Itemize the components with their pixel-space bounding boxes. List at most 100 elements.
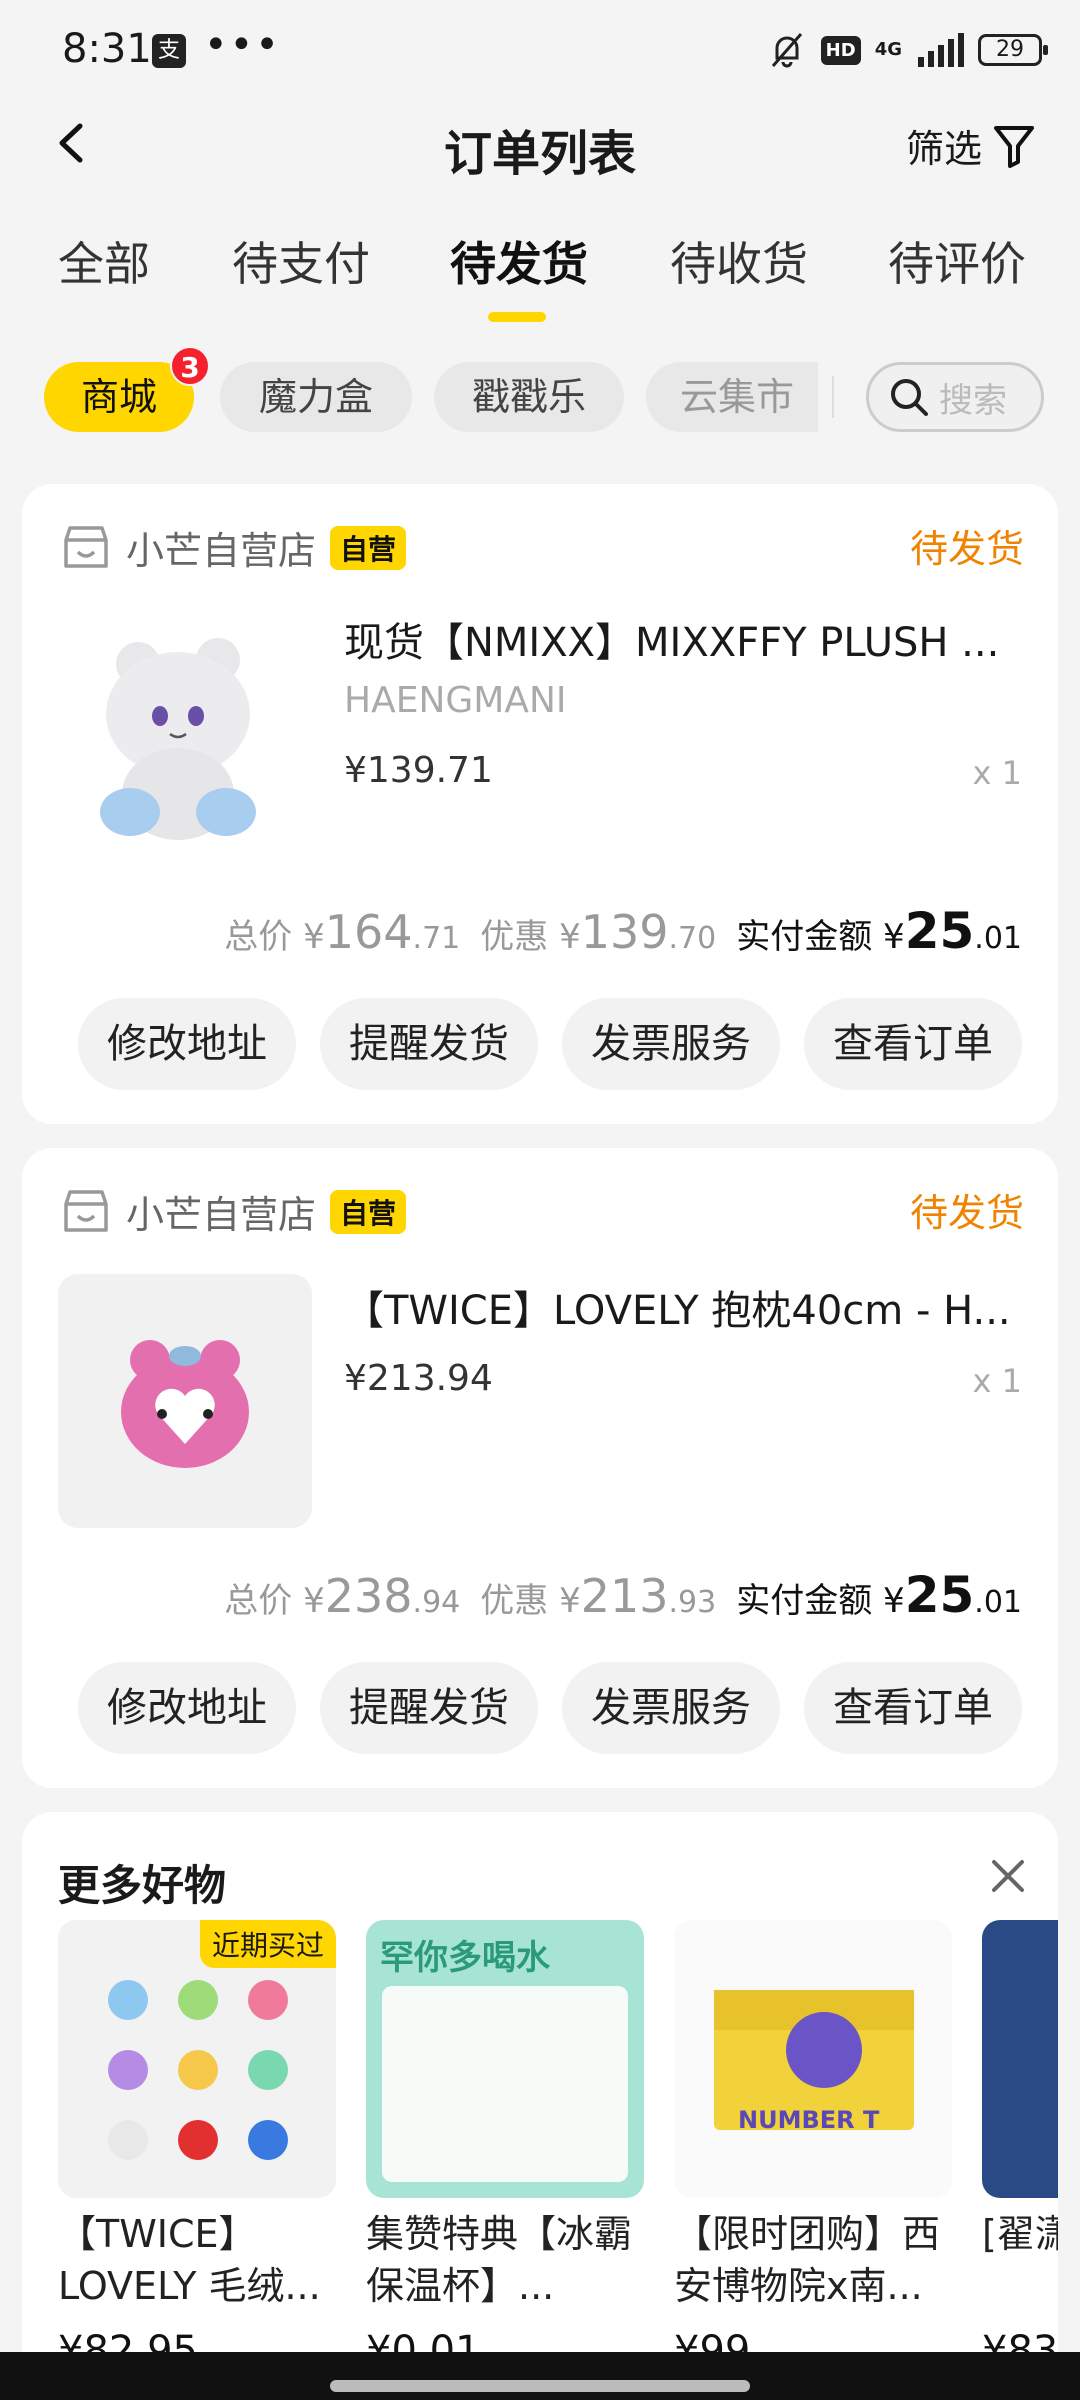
recommend-title: 更多好物 (58, 1861, 227, 1910)
total-price: 总价 ¥164.71 (224, 905, 460, 959)
recommend-section: 更多好物 近期买过 【TWICE】LOVELY 毛绒... ¥82.95 罕你多… (22, 1812, 1058, 2400)
paid-int: 25 (904, 902, 975, 960)
recommend-image: 罕你多喝水 (366, 1920, 644, 2198)
currency-symbol: ¥ (303, 917, 325, 957)
active-tab-indicator (488, 312, 546, 322)
nav-bar: 订单列表 筛选 (0, 100, 1080, 190)
close-icon[interactable] (988, 1856, 1028, 1896)
currency-symbol: ¥ (883, 1581, 905, 1621)
product-quantity: x 1 (972, 754, 1022, 792)
order-status: 待发货 (909, 527, 1024, 571)
remind-shipping-button[interactable]: 提醒发货 (320, 1662, 538, 1754)
status-time: 8:31 (62, 26, 152, 72)
tab-all[interactable]: 全部 (58, 228, 150, 294)
discount-dec: .70 (668, 921, 717, 956)
paid-int: 25 (904, 1566, 975, 1624)
chip-magic-box[interactable]: 魔力盒 (220, 362, 412, 432)
recommend-image: 近期买过 (58, 1920, 336, 2198)
tab-pending-shipment[interactable]: 待发货 (450, 228, 588, 294)
shop-header[interactable]: 小芒自营店 自营 (60, 1184, 407, 1239)
currency-symbol: ¥ (883, 917, 905, 957)
total-label: 总价 (224, 1581, 293, 1621)
product-name[interactable]: 【TWICE】LOVELY 抱枕40cm - H... (344, 1278, 1034, 1336)
plush-bear-image (100, 638, 256, 840)
chip-divider (832, 376, 834, 418)
recommend-image (982, 1920, 1058, 2198)
change-address-button[interactable]: 修改地址 (78, 1662, 296, 1754)
status-bar: 8:31 支 ••• HD 4G 29 (0, 0, 1080, 100)
total-dec: .71 (412, 921, 461, 956)
paid-amount: 实付金额 ¥25.01 (736, 1566, 1022, 1624)
order-totals: 总价 ¥238.94 优惠 ¥213.93 实付金额 ¥25.01 (224, 1566, 1022, 1624)
search-placeholder: 搜索 (939, 380, 1007, 421)
order-card[interactable]: 小芒自营店 自营 待发货 【TWICE】LOVELY 抱枕40cm - H...… (22, 1148, 1058, 1788)
recommend-name: 集赞特典【冰霸保温杯】... (366, 2212, 633, 2308)
order-status: 待发货 (909, 1191, 1024, 1235)
invoice-service-button[interactable]: 发票服务 (562, 998, 780, 1090)
paid-label: 实付金额 (736, 917, 873, 957)
currency-symbol: ¥ (559, 1581, 581, 1621)
self-operated-tag: 自营 (330, 1189, 407, 1234)
search-box[interactable]: 搜索 (866, 362, 1044, 432)
view-order-button[interactable]: 查看订单 (804, 1662, 1022, 1754)
chip-mall[interactable]: 商城 3 (44, 346, 210, 432)
filter-icon (994, 125, 1034, 168)
order-card[interactable]: 小芒自营店 自营 待发货 现货【NMIXX】MIXXFFY PLUSH ... … (22, 484, 1058, 1124)
paid-dec: .01 (974, 1585, 1022, 1620)
recommend-item[interactable]: 罕你多喝水 集赞特典【冰霸保温杯】... ¥0.01 (366, 1920, 644, 2374)
signal-icon (918, 33, 964, 67)
view-order-button[interactable]: 查看订单 (804, 998, 1022, 1090)
invoice-service-button[interactable]: 发票服务 (562, 1662, 780, 1754)
mute-bell-icon (771, 33, 802, 68)
hd-icon: HD (820, 35, 861, 65)
recommend-item[interactable]: 近期买过 【TWICE】LOVELY 毛绒... ¥82.95 (58, 1920, 336, 2374)
store-icon (64, 525, 108, 568)
tab-pending-review[interactable]: 待评价 (888, 228, 1026, 294)
gesture-bar (0, 2352, 1080, 2400)
discount-int: 213 (580, 1569, 669, 1623)
total-dec: .94 (412, 1585, 461, 1620)
lovely-pillow-image (121, 1340, 249, 1468)
tab-pending-receipt[interactable]: 待收货 (670, 228, 808, 294)
filter-button[interactable]: 筛选 (906, 118, 1036, 173)
product-price: ¥213.94 (344, 1358, 493, 1399)
recommend-name: 【TWICE】LOVELY 毛绒... (58, 2212, 321, 2308)
home-indicator[interactable] (330, 2380, 750, 2392)
recommend-name: [翟潇安]P... (982, 2212, 1058, 2256)
chip-mall-label: 商城 (80, 375, 157, 419)
store-icon (64, 1189, 108, 1232)
search-icon (891, 379, 928, 416)
product-image[interactable] (58, 1274, 312, 1528)
chip-poke-game[interactable]: 戳戳乐 (434, 362, 624, 432)
recommend-item[interactable]: [翟潇安]P... ¥83 (982, 1920, 1058, 2374)
paid-label: 实付金额 (736, 1581, 873, 1621)
tab-pending-payment[interactable]: 待支付 (232, 228, 370, 294)
product-image[interactable] (58, 604, 312, 858)
currency-symbol: ¥ (303, 1581, 325, 1621)
poster-panel (382, 1986, 628, 2182)
gift-box-image (714, 1990, 914, 2130)
chip-cloud-market[interactable]: 云集市 (646, 362, 818, 432)
recommend-image-text: 罕你多喝水 (380, 1938, 550, 1978)
alipay-icon: 支 (152, 34, 186, 68)
notification-badge: 3 (170, 346, 210, 386)
recently-bought-tag: 近期买过 (199, 1920, 336, 1968)
discount-int: 139 (580, 905, 669, 959)
product-quantity: x 1 (972, 1362, 1022, 1400)
order-status-tabs: 全部 待支付 待发货 待收货 待评价 (0, 228, 1080, 328)
recommend-name: 【限时团购】西安博物院x南... (674, 2212, 941, 2308)
remind-shipping-button[interactable]: 提醒发货 (320, 998, 538, 1090)
recommend-item[interactable]: NUMBER T 【限时团购】西安博物院x南... ¥99 (674, 1920, 952, 2374)
shop-name: 小芒自营店 (126, 529, 317, 573)
discount-label: 优惠 (480, 1581, 549, 1621)
battery-icon: 29 (978, 34, 1048, 66)
currency-symbol: ¥ (559, 917, 581, 957)
category-chips: 商城 3 魔力盒 戳戳乐 云集市 搜索 (44, 346, 1044, 432)
self-operated-tag: 自营 (330, 525, 407, 570)
product-name[interactable]: 现货【NMIXX】MIXXFFY PLUSH ... (344, 610, 1034, 668)
shop-header[interactable]: 小芒自营店 自营 (60, 520, 407, 575)
change-address-button[interactable]: 修改地址 (78, 998, 296, 1090)
discount: 优惠 ¥139.70 (480, 905, 716, 959)
discount-label: 优惠 (480, 917, 549, 957)
paid-dec: .01 (974, 921, 1022, 956)
